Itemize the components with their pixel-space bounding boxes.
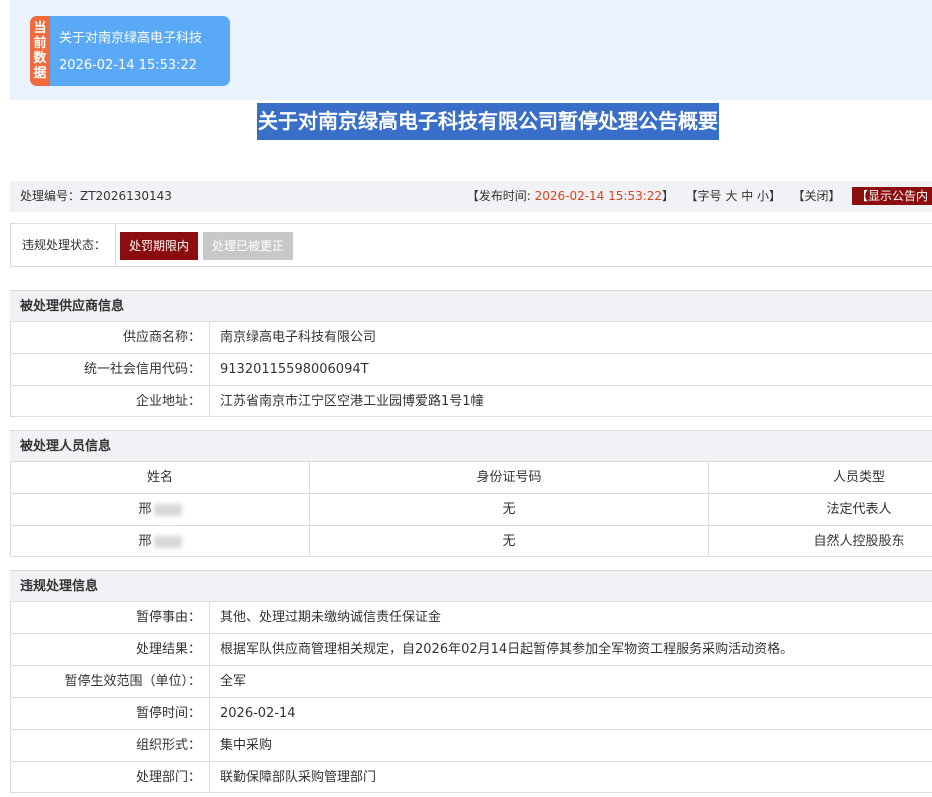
row-value: 江苏省南京市江宁区空港工业园博爱路1号1幢 bbox=[220, 394, 484, 409]
row-label: 统一社会信用代码： bbox=[11, 354, 210, 385]
close-link[interactable]: 【关闭】 bbox=[793, 189, 841, 203]
tag-char: 数 bbox=[33, 51, 47, 66]
status-inactive-button[interactable]: 处理已被更正 bbox=[203, 232, 294, 260]
font-small-link[interactable]: 小 bbox=[757, 189, 769, 203]
page-title: 关于对南京绿高电子科技有限公司暂停处理公告概要 bbox=[257, 103, 719, 140]
row-label: 暂停事由： bbox=[11, 602, 210, 633]
row-label: 暂停时间： bbox=[11, 698, 210, 729]
tag-char: 前 bbox=[33, 36, 47, 51]
status-label: 违规处理状态： bbox=[22, 238, 107, 252]
personnel-section: 被处理人员信息 姓名 身份证号码 人员类型 邢 无 法定代表人 邢 无 自然人控… bbox=[10, 430, 932, 557]
scope-row: 暂停生效范围（单位）： 全军 bbox=[10, 665, 932, 697]
violation-section: 违规处理信息 暂停事由： 其他、处理过期未缴纳诚信责任保证金 处理结果： 根据军… bbox=[10, 570, 932, 793]
row-label: 企业地址： bbox=[11, 386, 210, 417]
person-name-cell: 邢 bbox=[11, 526, 310, 557]
organization-form-row: 组织形式： 集中采购 bbox=[10, 729, 932, 761]
meta-actions: 【发布时间: 2026-02-14 15:53:22】 【字号 大 中 小】 【… bbox=[467, 181, 932, 212]
section-heading: 被处理供应商信息 bbox=[10, 290, 932, 321]
result-row: 处理结果： 根据军队供应商管理相关规定，自2026年02月14日起暂停其参加全军… bbox=[10, 633, 932, 665]
card-time: 2026-02-14 15:53:22 bbox=[59, 58, 198, 73]
person-type: 法定代表人 bbox=[826, 502, 892, 517]
row-label: 组织形式： bbox=[11, 730, 210, 761]
font-size-label: 【字号 bbox=[685, 189, 722, 203]
process-number: 处理编号：ZT2026130143 bbox=[20, 189, 172, 203]
font-size-end: 】 bbox=[769, 189, 782, 203]
redacted-mask bbox=[153, 535, 182, 548]
row-label: 处理结果： bbox=[11, 634, 210, 665]
person-name: 邢 bbox=[138, 502, 152, 517]
publish-time: 2026-02-14 15:53:22 bbox=[534, 189, 663, 203]
table-row: 邢 无 自然人控股股东 bbox=[10, 525, 932, 557]
meta-bar: 处理编号：ZT2026130143 【发布时间: 2026-02-14 15:5… bbox=[10, 181, 932, 212]
suspension-date-row: 暂停时间： 2026-02-14 bbox=[10, 697, 932, 729]
section-heading: 被处理人员信息 bbox=[10, 430, 932, 461]
publish-suffix: 】 bbox=[662, 189, 675, 203]
table-header-row: 姓名 身份证号码 人员类型 bbox=[10, 461, 932, 493]
publish-prefix: 【发布时间: bbox=[466, 189, 535, 203]
column-header-type: 人员类型 bbox=[832, 470, 885, 485]
font-large-link[interactable]: 大 bbox=[725, 189, 737, 203]
row-label: 供应商名称： bbox=[11, 322, 210, 353]
current-data-card[interactable]: 当 前 数 据 关于对南京绿高电子科技 2026-02-14 15:53:22 bbox=[30, 16, 230, 86]
row-value: 2026-02-14 bbox=[220, 706, 296, 721]
credit-code-row: 统一社会信用代码： 91320115598006094T bbox=[10, 353, 932, 385]
row-value: 集中采购 bbox=[220, 738, 273, 753]
show-notice-button[interactable]: 【显示公告内 bbox=[851, 187, 932, 205]
section-heading: 违规处理信息 bbox=[10, 570, 932, 601]
person-id: 无 bbox=[310, 494, 709, 525]
card-title: 关于对南京绿高电子科技 bbox=[59, 31, 203, 46]
status-row: 违规处理状态： 处罚期限内 处理已被更正 bbox=[10, 223, 932, 267]
redacted-mask bbox=[153, 503, 182, 516]
row-value: 根据军队供应商管理相关规定，自2026年02月14日起暂停其参加全军物资工程服务… bbox=[220, 642, 794, 657]
current-data-tag: 当 前 数 据 bbox=[30, 16, 50, 86]
row-label: 处理部门： bbox=[11, 762, 210, 793]
supplier-section: 被处理供应商信息 供应商名称： 南京绿高电子科技有限公司 统一社会信用代码： 9… bbox=[10, 290, 932, 417]
row-value: 91320115598006094T bbox=[220, 362, 369, 377]
supplier-name-row: 供应商名称： 南京绿高电子科技有限公司 bbox=[10, 321, 932, 353]
row-label: 暂停生效范围（单位）： bbox=[11, 666, 210, 697]
person-id: 无 bbox=[310, 526, 709, 557]
row-value: 全军 bbox=[220, 674, 247, 689]
font-medium-link[interactable]: 中 bbox=[741, 189, 753, 203]
column-header-id: 身份证号码 bbox=[310, 462, 709, 493]
person-type: 自然人控股股东 bbox=[813, 534, 905, 549]
divider bbox=[115, 224, 116, 266]
person-name-cell: 邢 bbox=[11, 494, 310, 525]
row-value: 南京绿高电子科技有限公司 bbox=[220, 330, 377, 345]
status-active-button[interactable]: 处罚期限内 bbox=[120, 232, 199, 260]
tag-char: 当 bbox=[33, 21, 47, 36]
suspension-reason-row: 暂停事由： 其他、处理过期未缴纳诚信责任保证金 bbox=[10, 601, 932, 633]
tag-char: 据 bbox=[33, 66, 47, 81]
table-row: 邢 无 法定代表人 bbox=[10, 493, 932, 525]
address-row: 企业地址： 江苏省南京市江宁区空港工业园博爱路1号1幢 bbox=[10, 385, 932, 417]
row-value: 联勤保障部队采购管理部门 bbox=[220, 770, 377, 785]
department-row: 处理部门： 联勤保障部队采购管理部门 bbox=[10, 761, 932, 793]
column-header-name: 姓名 bbox=[11, 462, 310, 493]
row-value: 其他、处理过期未缴纳诚信责任保证金 bbox=[220, 610, 442, 625]
person-name: 邢 bbox=[138, 534, 152, 549]
